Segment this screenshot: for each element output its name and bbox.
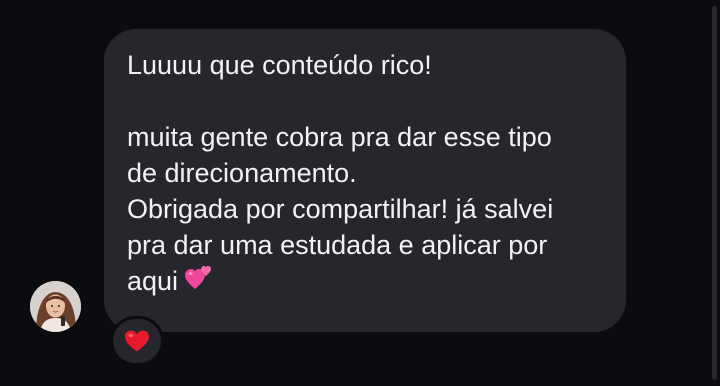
message-line: pra dar uma estudada e aplicar por [127, 230, 548, 260]
red-heart-icon [125, 330, 149, 352]
chat-screen: Luuuu que conteúdo rico! muita gente cob… [0, 0, 720, 386]
message-last-line: aqui [127, 263, 604, 299]
reaction-badge[interactable] [110, 316, 164, 366]
message-line-text: aqui [127, 266, 179, 296]
message-line: muita gente cobra pra dar esse tipo [127, 122, 552, 152]
scrollbar[interactable] [712, 6, 717, 380]
message-line: de direcionamento. [127, 158, 357, 188]
message-line: Luuuu que conteúdo rico! [127, 50, 432, 80]
sender-avatar[interactable] [30, 281, 81, 332]
two-hearts-icon [184, 263, 214, 302]
message-bubble[interactable]: Luuuu que conteúdo rico! muita gente cob… [104, 29, 626, 332]
message-line: Obrigada por compartilhar! já salvei [127, 194, 554, 224]
avatar-photo-icon [30, 281, 81, 332]
